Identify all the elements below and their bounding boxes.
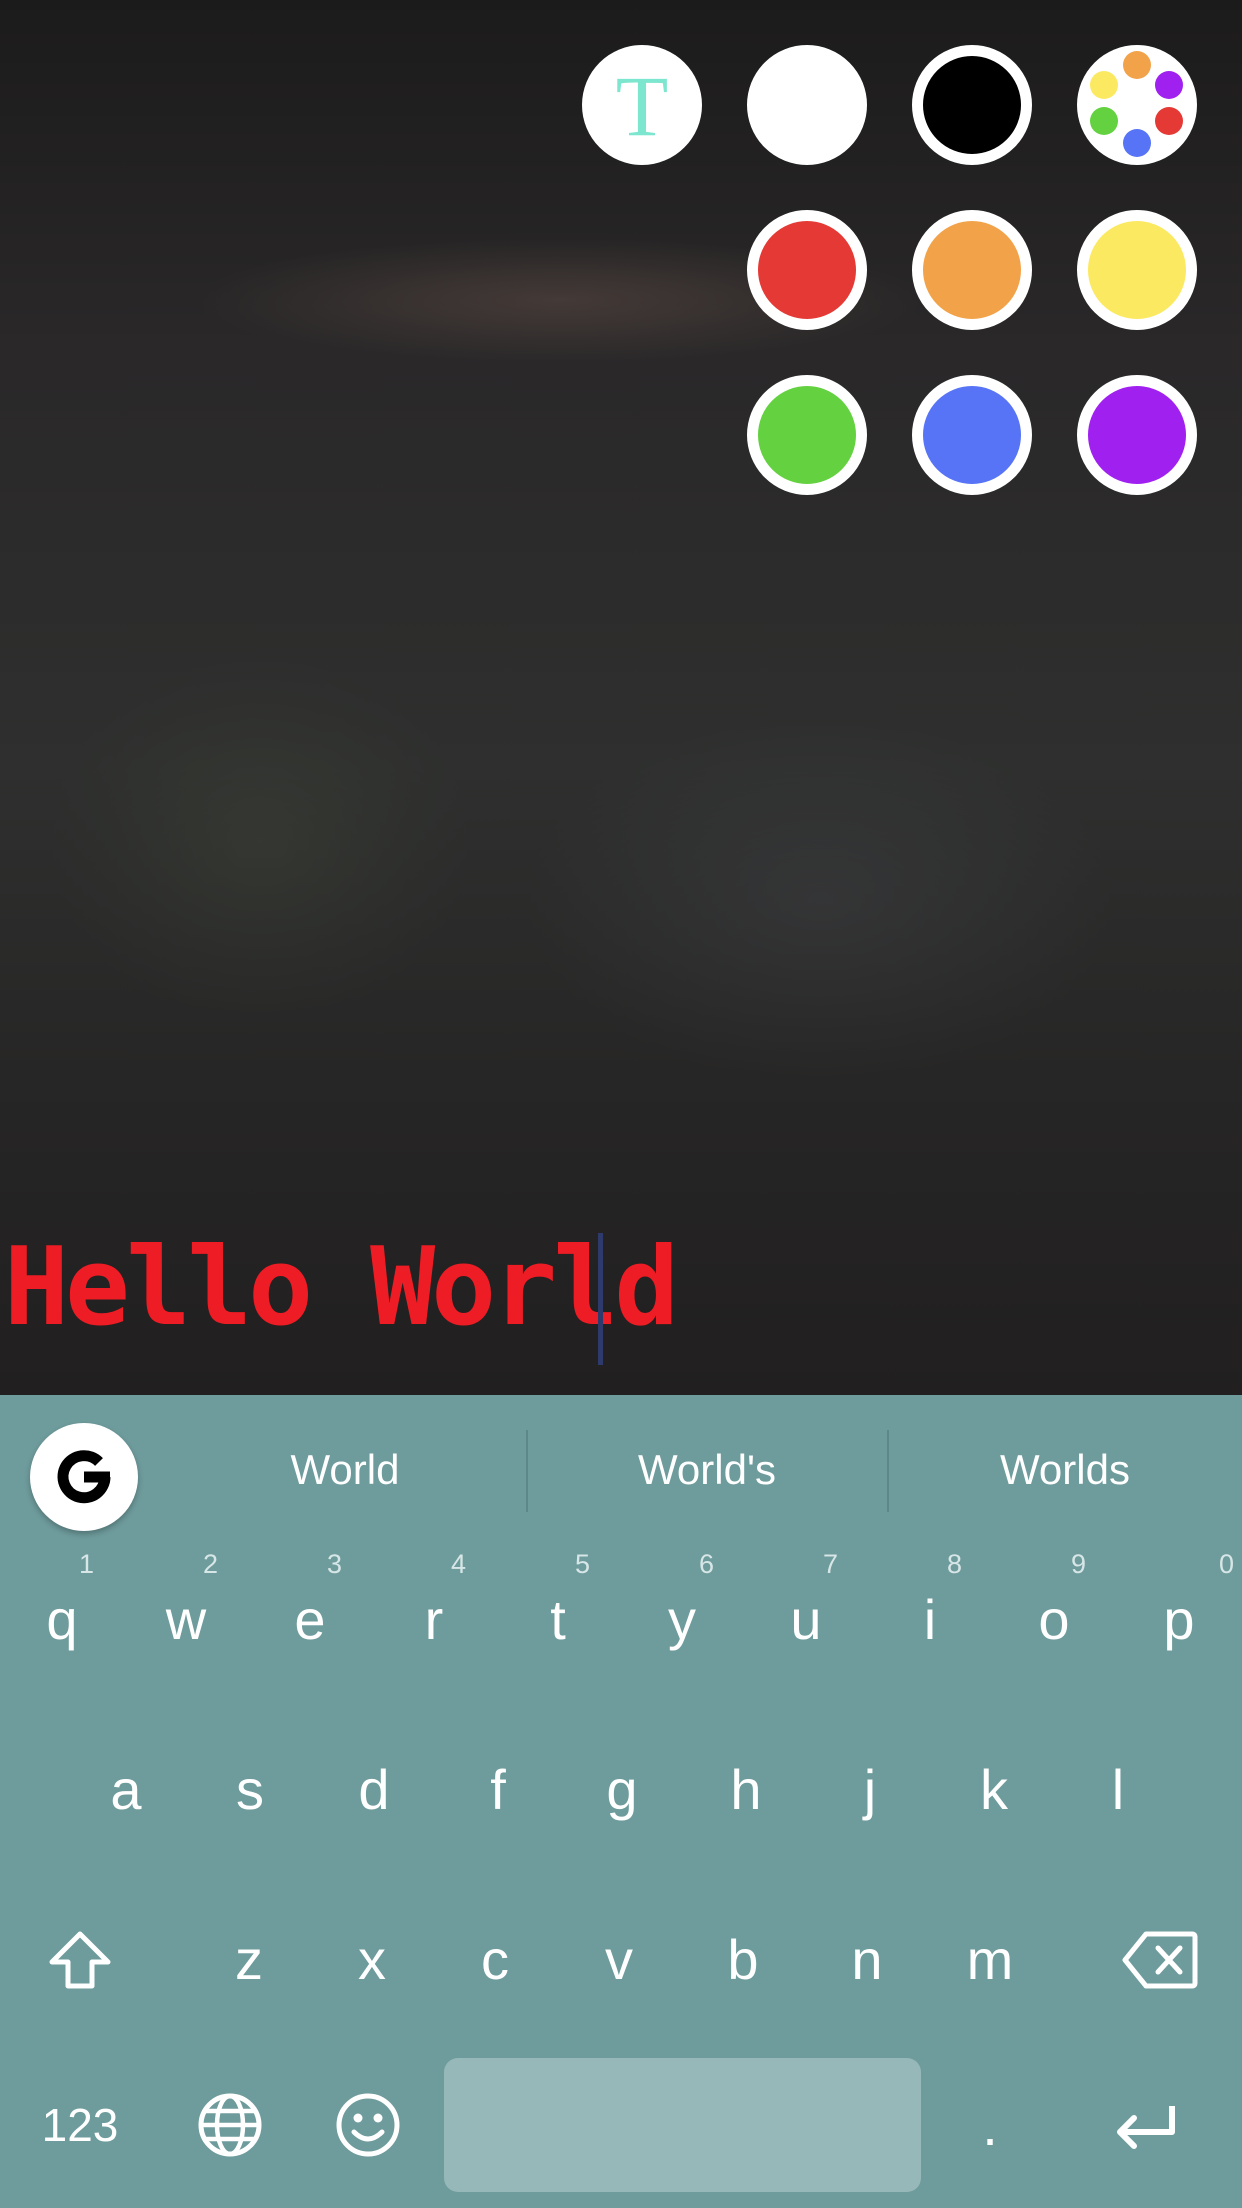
text-style-button[interactable]: T — [582, 45, 702, 165]
key-p[interactable]: 0 p — [1116, 1545, 1242, 1695]
period-key[interactable]: . — [930, 2060, 1050, 2190]
shift-key[interactable] — [20, 1900, 140, 2020]
key-label: o — [1038, 1588, 1070, 1651]
key-label: k — [980, 1758, 1008, 1821]
key-e[interactable]: 3 e — [248, 1545, 372, 1695]
key-label: d — [358, 1758, 390, 1821]
key-label: e — [294, 1588, 326, 1651]
suggestion-2[interactable]: World's — [527, 1435, 887, 1505]
numbers-key[interactable]: 123 — [20, 2060, 140, 2190]
key-label: b — [727, 1928, 759, 1991]
key-label: m — [966, 1928, 1014, 1991]
key-hint: 6 — [698, 1549, 714, 1579]
color-swatch-yellow[interactable] — [1077, 210, 1197, 330]
text-input[interactable]: Hello World — [4, 1228, 679, 1348]
key-m[interactable]: m — [928, 1885, 1052, 2035]
key-f[interactable]: f — [436, 1715, 560, 1865]
key-label: t — [550, 1588, 566, 1651]
suggestion-1[interactable]: World — [165, 1435, 525, 1505]
key-label: v — [605, 1928, 633, 1991]
key-k[interactable]: k — [932, 1715, 1056, 1865]
key-j[interactable]: j — [808, 1715, 932, 1865]
color-swatch-red[interactable] — [747, 210, 867, 330]
text-caret — [598, 1233, 603, 1365]
key-label: c — [481, 1928, 509, 1991]
key-label: h — [730, 1758, 762, 1821]
key-hint: 5 — [574, 1549, 590, 1579]
text-style-glyph: T — [615, 58, 669, 154]
color-swatch-green[interactable] — [747, 375, 867, 495]
key-l[interactable]: l — [1056, 1715, 1180, 1865]
backspace-icon — [1122, 1931, 1198, 1989]
key-o[interactable]: 9 o — [992, 1545, 1116, 1695]
key-label: a — [110, 1758, 142, 1821]
key-label: g — [606, 1758, 638, 1821]
key-hint: 8 — [946, 1549, 962, 1579]
key-label: z — [235, 1928, 263, 1991]
keyboard: World World's Worlds 1 q 2 w 3 e 4 r 5 t… — [0, 1395, 1242, 2208]
key-hint: 3 — [326, 1549, 342, 1579]
key-hint: 2 — [202, 1549, 218, 1579]
key-i[interactable]: 8 i — [868, 1545, 992, 1695]
color-swatch-orange[interactable] — [912, 210, 1032, 330]
globe-icon — [198, 2093, 262, 2157]
key-g[interactable]: g — [560, 1715, 684, 1865]
photo-canvas[interactable]: T Hello World — [0, 0, 1242, 1395]
color-palette-button[interactable] — [1077, 45, 1197, 165]
key-h[interactable]: h — [684, 1715, 808, 1865]
key-label: i — [923, 1588, 937, 1651]
key-label: u — [790, 1588, 822, 1651]
backspace-key[interactable] — [1100, 1900, 1220, 2020]
key-label: s — [236, 1758, 264, 1821]
key-hint: 0 — [1218, 1549, 1234, 1579]
key-d[interactable]: d — [312, 1715, 436, 1865]
key-label: x — [358, 1928, 386, 1991]
language-key[interactable] — [170, 2060, 290, 2190]
suggestion-3[interactable]: Worlds — [888, 1435, 1242, 1505]
key-a[interactable]: a — [64, 1715, 188, 1865]
color-swatch-white[interactable] — [747, 45, 867, 165]
color-swatch-black[interactable] — [912, 45, 1032, 165]
key-w[interactable]: 2 w — [124, 1545, 248, 1695]
key-label: j — [863, 1758, 877, 1821]
key-b[interactable]: b — [681, 1885, 805, 2035]
space-bar[interactable] — [444, 2058, 921, 2192]
key-hint: 1 — [78, 1549, 94, 1579]
key-u[interactable]: 7 u — [744, 1545, 868, 1695]
key-n[interactable]: n — [805, 1885, 929, 2035]
key-hint: 7 — [822, 1549, 838, 1579]
key-z[interactable]: z — [187, 1885, 311, 2035]
key-hint: 4 — [450, 1549, 466, 1579]
google-g-button[interactable] — [30, 1423, 138, 1531]
key-s[interactable]: s — [188, 1715, 312, 1865]
enter-icon — [1117, 2106, 1175, 2149]
color-swatch-purple[interactable] — [1077, 375, 1197, 495]
shift-icon — [49, 1931, 111, 1989]
google-g-icon — [57, 1450, 111, 1504]
key-q[interactable]: 1 q — [0, 1545, 124, 1695]
color-swatch-blue[interactable] — [912, 375, 1032, 495]
key-hint: 9 — [1070, 1549, 1086, 1579]
enter-key[interactable] — [1085, 2060, 1205, 2190]
key-label: l — [1111, 1758, 1125, 1821]
key-t[interactable]: 5 t — [496, 1545, 620, 1695]
key-label: r — [424, 1588, 444, 1651]
key-label: w — [165, 1588, 207, 1651]
key-c[interactable]: c — [433, 1885, 557, 2035]
key-label: y — [668, 1588, 696, 1651]
key-label: p — [1163, 1588, 1195, 1651]
key-x[interactable]: x — [310, 1885, 434, 2035]
key-label: q — [46, 1588, 78, 1651]
key-label: f — [490, 1758, 506, 1821]
key-v[interactable]: v — [557, 1885, 681, 2035]
emoji-icon — [336, 2093, 400, 2157]
key-y[interactable]: 6 y — [620, 1545, 744, 1695]
key-r[interactable]: 4 r — [372, 1545, 496, 1695]
key-label: n — [851, 1928, 883, 1991]
emoji-key[interactable] — [308, 2060, 428, 2190]
